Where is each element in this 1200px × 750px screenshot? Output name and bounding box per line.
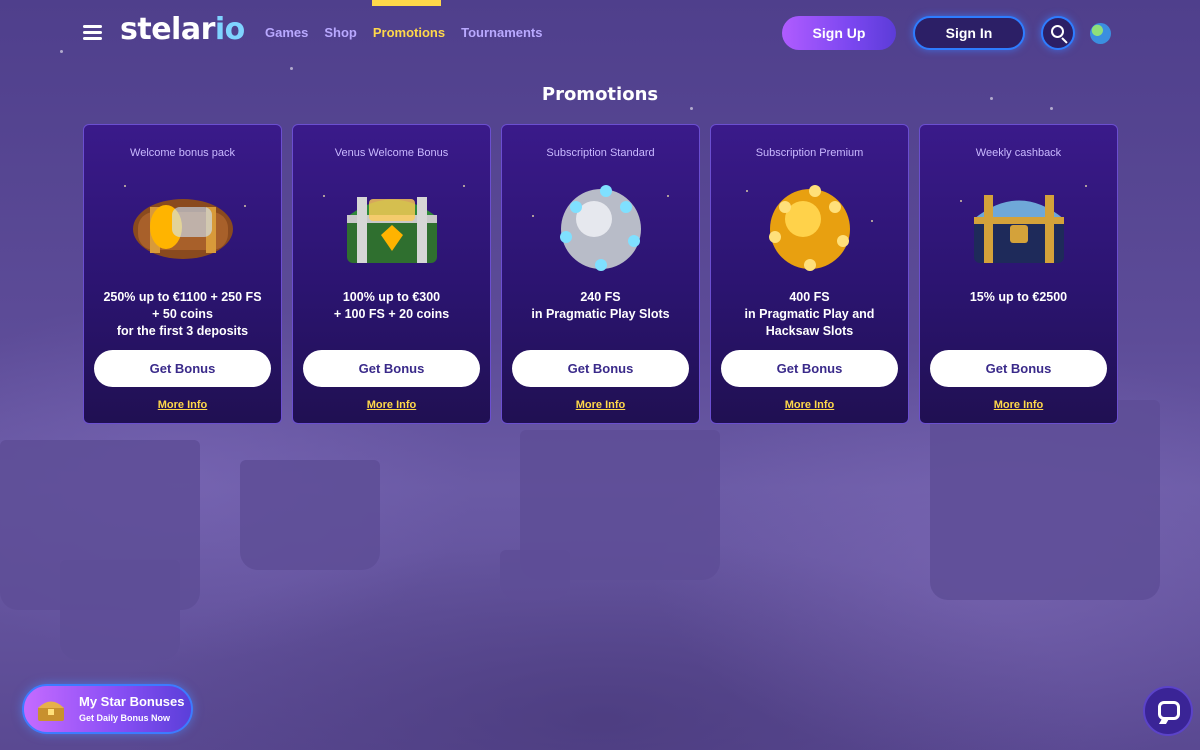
- get-bonus-button[interactable]: Get Bonus: [930, 350, 1107, 387]
- sparkle: [323, 195, 325, 197]
- get-bonus-button[interactable]: Get Bonus: [303, 350, 480, 387]
- get-bonus-button[interactable]: Get Bonus: [512, 350, 689, 387]
- promotion-card: Welcome bonus pack 250% up to €1100 + 25…: [83, 124, 282, 424]
- more-info-link[interactable]: More Info: [293, 399, 490, 411]
- silver-orb-icon: [559, 185, 641, 271]
- sparkle: [244, 205, 246, 207]
- gold-orb-icon: [768, 185, 850, 271]
- promotion-cards: Welcome bonus pack 250% up to €1100 + 25…: [83, 124, 1118, 424]
- card-description-line: Hacksaw Slots: [765, 324, 854, 338]
- card-subtitle: Welcome bonus pack: [130, 147, 235, 159]
- star-bonuses-widget[interactable]: My Star Bonuses Get Daily Bonus Now: [22, 684, 193, 734]
- blue-chest-icon: [973, 195, 1064, 263]
- sparkle: [667, 195, 669, 197]
- background-rock: [60, 560, 180, 660]
- chat-icon[interactable]: [1143, 686, 1193, 736]
- sparkle: [746, 190, 748, 192]
- sparkle: [532, 215, 534, 217]
- card-description-line: in Pragmatic Play Slots: [531, 307, 670, 321]
- card-description-line: 400 FS: [789, 290, 830, 304]
- promotion-card: Subscription Premium 400 FS in Pragmatic…: [710, 124, 909, 424]
- star-bonuses-title: My Star Bonuses: [79, 694, 185, 709]
- card-description-line: + 50 coins: [152, 307, 213, 321]
- background-rock: [930, 400, 1160, 600]
- promotion-card: Subscription Standard 240 FS in Pragmati…: [501, 124, 700, 424]
- nav-item-shop[interactable]: Shop: [324, 25, 357, 40]
- card-subtitle: Venus Welcome Bonus: [334, 147, 449, 159]
- promotion-card: Venus Welcome Bonus 100% up to €300 + 10…: [292, 124, 491, 424]
- green-chest-icon: [346, 197, 437, 263]
- card-description: 100% up to €300 + 100 FS + 20 coins: [299, 289, 484, 323]
- promotion-card: Weekly cashback 15% up to €2500 Get Bonu…: [919, 124, 1118, 424]
- card-description-line: 240 FS: [580, 290, 621, 304]
- sparkle: [463, 185, 465, 187]
- card-subtitle: Subscription Standard: [546, 147, 655, 159]
- card-description-line: in Pragmatic Play and: [744, 307, 875, 321]
- sparkle: [871, 220, 873, 222]
- more-info-link[interactable]: More Info: [84, 399, 281, 411]
- card-subtitle: Subscription Premium: [755, 147, 864, 159]
- menu-icon[interactable]: [83, 25, 102, 40]
- more-info-link[interactable]: More Info: [920, 399, 1117, 411]
- background-star: [690, 107, 693, 110]
- active-nav-indicator: [372, 0, 441, 6]
- card-subtitle: Weekly cashback: [975, 147, 1062, 159]
- card-description-line: 100% up to €300: [342, 290, 441, 304]
- background-rock: [240, 460, 380, 570]
- site-logo[interactable]: stelario: [120, 12, 245, 47]
- more-info-link[interactable]: More Info: [711, 399, 908, 411]
- page-title: Promotions: [541, 84, 659, 105]
- nav-item-games[interactable]: Games: [265, 25, 308, 40]
- nav-item-promotions[interactable]: Promotions: [373, 25, 445, 40]
- get-bonus-button[interactable]: Get Bonus: [94, 350, 271, 387]
- sparkle: [124, 185, 126, 187]
- star-bonuses-subtitle: Get Daily Bonus Now: [79, 713, 171, 723]
- card-description: 250% up to €1100 + 250 FS + 50 coins for…: [90, 289, 275, 340]
- get-bonus-button[interactable]: Get Bonus: [721, 350, 898, 387]
- sparkle: [960, 200, 962, 202]
- card-description-line: for the first 3 deposits: [116, 324, 249, 338]
- search-icon[interactable]: [1041, 16, 1075, 50]
- sign-in-button[interactable]: Sign In: [913, 16, 1025, 50]
- background-star: [290, 67, 293, 70]
- more-info-link[interactable]: More Info: [502, 399, 699, 411]
- card-description: 400 FS in Pragmatic Play and Hacksaw Slo…: [717, 289, 902, 340]
- sign-up-button[interactable]: Sign Up: [782, 16, 896, 50]
- card-description-line: 250% up to €1100 + 250 FS: [103, 290, 262, 304]
- wooden-chest-icon: [132, 199, 233, 259]
- background-star: [1050, 107, 1053, 110]
- card-description-line: + 100 FS + 20 coins: [333, 307, 450, 321]
- nav-item-tournaments[interactable]: Tournaments: [461, 25, 542, 40]
- background-rock: [500, 550, 570, 600]
- card-description: 15% up to €2500: [926, 289, 1111, 306]
- card-description: 240 FS in Pragmatic Play Slots: [508, 289, 693, 323]
- top-bar: stelario Games Shop Promotions Tournamen…: [0, 0, 1200, 66]
- card-description-line: 15% up to €2500: [969, 290, 1068, 304]
- treasure-chest-icon: [38, 701, 64, 721]
- sparkle: [1085, 185, 1087, 187]
- main-nav: Games Shop Promotions Tournaments: [265, 25, 559, 40]
- globe-icon[interactable]: [1090, 23, 1111, 44]
